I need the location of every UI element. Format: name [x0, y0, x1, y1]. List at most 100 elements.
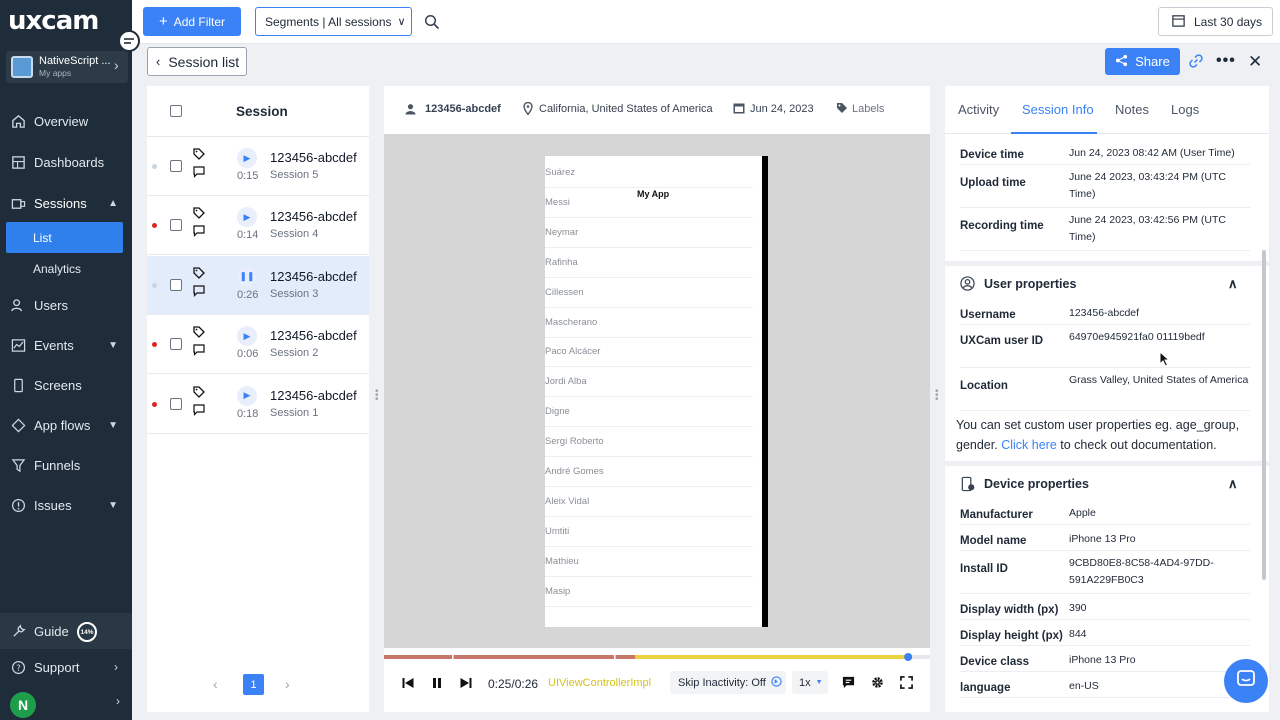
select-all-checkbox[interactable]: [170, 105, 182, 117]
tab-logs[interactable]: Logs: [1171, 102, 1199, 117]
nav-support[interactable]: ? Support ›: [0, 649, 132, 685]
avatar[interactable]: N: [10, 692, 36, 718]
nav-dashboards[interactable]: Dashboards: [0, 144, 132, 180]
info-key: Device class: [960, 656, 1030, 668]
tab-session-info[interactable]: Session Info: [1022, 102, 1094, 117]
segments-dropdown[interactable]: Segments | All sessions ∨: [255, 7, 412, 36]
close-icon[interactable]: ✕: [1248, 52, 1262, 72]
tag-icon[interactable]: [193, 147, 205, 165]
fullscreen-icon[interactable]: [900, 676, 913, 692]
session-row[interactable]: ▶ 0:15 123456-abcdef Session 5: [147, 137, 369, 196]
session-user-id[interactable]: 123456-abcdef: [270, 209, 357, 224]
skip-forward-icon[interactable]: [460, 677, 472, 692]
user-properties-header[interactable]: User properties ∧: [960, 275, 1250, 295]
add-filter-button[interactable]: + Add Filter: [143, 7, 241, 36]
label-tag-icon: [836, 102, 848, 117]
pause-icon[interactable]: ❚❚: [237, 266, 257, 287]
search-icon[interactable]: [424, 14, 440, 35]
more-options-icon[interactable]: •••: [1216, 52, 1236, 70]
info-row: Display height (px) 844: [960, 624, 1250, 642]
session-user-id[interactable]: 123456-abcdef: [270, 150, 357, 165]
session-row[interactable]: ❚❚ 0:26 123456-abcdef Session 3: [147, 255, 369, 315]
chevron-up-icon[interactable]: ∧: [1228, 476, 1238, 492]
play-icon[interactable]: ▶: [237, 148, 257, 168]
settings-gear-icon[interactable]: [871, 676, 884, 692]
resize-handle[interactable]: • • •: [375, 387, 379, 405]
info-value: 844: [1069, 628, 1087, 640]
nav-funnels[interactable]: Funnels: [0, 447, 132, 483]
documentation-link[interactable]: Click here: [1001, 438, 1057, 452]
user-circle-icon: [960, 276, 975, 294]
nav-events[interactable]: Events ▼: [0, 327, 132, 363]
skip-inactivity-toggle[interactable]: Skip Inactivity: Off: [670, 671, 786, 694]
tag-icon[interactable]: [193, 266, 205, 284]
row-checkbox[interactable]: [170, 397, 182, 410]
player-user-id[interactable]: 123456-abcdef: [425, 103, 501, 115]
comment-icon[interactable]: [193, 224, 205, 242]
timeline-screen-segment[interactable]: [384, 655, 636, 659]
play-icon[interactable]: ▶: [237, 207, 257, 228]
play-icon[interactable]: ▶: [237, 385, 257, 406]
session-row[interactable]: ▶ 0:06 123456-abcdef Session 2: [147, 315, 369, 375]
session-user-id[interactable]: 123456-abcdef: [270, 388, 357, 403]
row-checkbox[interactable]: [170, 219, 182, 232]
tab-notes[interactable]: Notes: [1115, 102, 1149, 117]
uxcam-logo[interactable]: uxcam: [8, 6, 99, 36]
row-checkbox[interactable]: [170, 278, 182, 291]
labels-button[interactable]: Labels: [852, 103, 884, 115]
page-number[interactable]: 1: [243, 674, 264, 695]
chevron-right-icon[interactable]: ›: [116, 694, 120, 708]
playback-timeline[interactable]: [384, 648, 930, 661]
session-row[interactable]: ▶ 0:18 123456-abcdef Session 1: [147, 375, 369, 434]
nav-screens[interactable]: Screens: [0, 367, 132, 403]
skip-back-icon[interactable]: [402, 677, 414, 692]
tag-icon[interactable]: [193, 325, 205, 343]
tag-icon[interactable]: [193, 385, 205, 403]
comment-icon[interactable]: [193, 403, 205, 421]
row-checkbox[interactable]: [170, 160, 182, 172]
session-user-id[interactable]: 123456-abcdef: [270, 269, 357, 284]
pause-icon[interactable]: [431, 677, 443, 692]
session-user-id[interactable]: 123456-abcdef: [270, 328, 357, 343]
session-list-panel: Session ▶ 0:15 123456-abcdef Session 5 ▶ 0:14…: [147, 86, 369, 712]
nav-app-flows[interactable]: App flows ▼: [0, 407, 132, 443]
subnav-list[interactable]: List: [6, 222, 123, 253]
session-row[interactable]: ▶ 0:14 123456-abcdef Session 4: [147, 196, 369, 256]
info-key: Location: [960, 380, 1008, 392]
tab-activity[interactable]: Activity: [958, 102, 999, 117]
back-to-session-list-button[interactable]: ‹ Session list: [147, 47, 247, 76]
collapse-sidebar-button[interactable]: [118, 30, 140, 52]
tag-icon[interactable]: [193, 206, 205, 224]
info-panel-scrollbar[interactable]: [1262, 250, 1266, 580]
nav-users[interactable]: Users: [0, 287, 132, 323]
resize-handle[interactable]: • • •: [935, 387, 939, 405]
timeline-track[interactable]: [384, 653, 930, 661]
copy-link-icon[interactable]: [1188, 53, 1204, 74]
chevron-up-icon[interactable]: ∧: [1228, 276, 1238, 292]
device-properties-header[interactable]: Device properties ∧: [960, 475, 1250, 495]
current-screen-name[interactable]: UIViewControllerImpl: [548, 677, 651, 689]
date-range-button[interactable]: Last 30 days: [1158, 7, 1273, 36]
mouse-cursor-icon: [1159, 350, 1171, 372]
playback-speed-dropdown[interactable]: 1x ▼: [792, 671, 828, 694]
subnav-analytics[interactable]: Analytics: [6, 253, 123, 284]
comment-icon[interactable]: [193, 284, 205, 302]
comment-icon[interactable]: [193, 165, 205, 183]
location-pin-icon: [523, 101, 533, 118]
play-icon[interactable]: ▶: [237, 326, 257, 347]
nav-guide[interactable]: Guide 14%: [0, 613, 132, 649]
info-key: Install ID: [960, 563, 1008, 575]
share-button[interactable]: Share: [1105, 48, 1180, 75]
nav-overview[interactable]: Overview: [0, 103, 132, 139]
row-checkbox[interactable]: [170, 338, 182, 351]
comment-icon[interactable]: [842, 676, 855, 692]
next-page-icon[interactable]: ›: [285, 676, 290, 692]
chat-support-button[interactable]: [1224, 659, 1268, 703]
timeline-scrubber[interactable]: [904, 653, 913, 661]
nav-issues[interactable]: Issues ▼: [0, 487, 132, 523]
prev-page-icon[interactable]: ‹: [213, 676, 218, 692]
app-selector[interactable]: NativeScript ... My apps ›: [6, 51, 128, 83]
nav-sessions[interactable]: Sessions ▲: [0, 185, 132, 221]
comment-icon[interactable]: [193, 343, 205, 361]
timeline-screen-segment[interactable]: [635, 655, 909, 659]
